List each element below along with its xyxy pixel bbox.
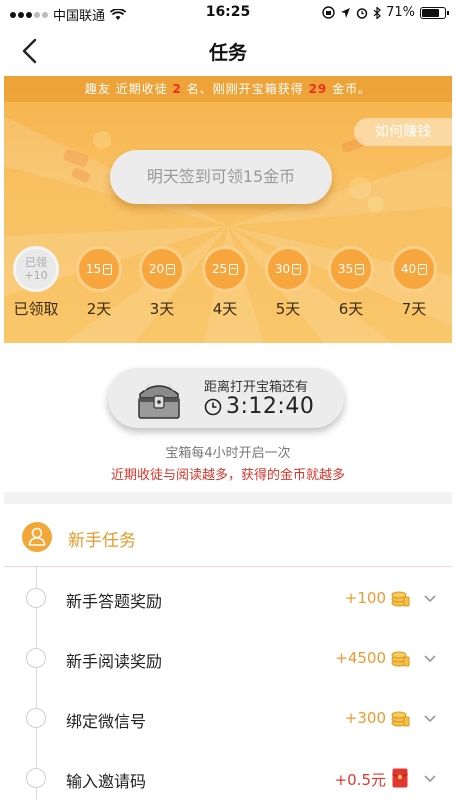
how-to-earn-button[interactable]: 如何赚钱 (354, 118, 452, 146)
task-status-dot (26, 708, 46, 728)
treasure-chest-button[interactable]: 距离打开宝箱还有 3:12:40 (108, 368, 344, 428)
task-status-dot (26, 768, 46, 788)
status-bar: 中国联通 16:25 71% (0, 0, 456, 26)
task-status-dot (26, 588, 46, 608)
signin-button[interactable]: 明天签到可领15金币 (110, 150, 332, 204)
day-coin-badge: 20 (139, 246, 185, 292)
day-claimed-amount: +10 (24, 269, 48, 282)
day-item-7[interactable]: 40 7天 (384, 246, 444, 319)
task-name: 绑定微信号 (66, 712, 147, 731)
day-amount: 20 (148, 262, 165, 276)
chevron-down-icon (424, 655, 436, 663)
section-divider (4, 492, 452, 504)
lock-rotation-icon (322, 6, 335, 19)
day-item-6[interactable]: 35 6天 (321, 246, 381, 319)
day-item-2[interactable]: 15 2天 (69, 246, 129, 319)
coin-icon (292, 263, 302, 275)
chevron-down-icon (424, 775, 436, 783)
nav-bar: 任务 (0, 26, 456, 76)
day-label: 3天 (149, 300, 175, 318)
bluetooth-icon (373, 6, 381, 19)
task-item-bind-wechat[interactable]: 绑定微信号 +300 (4, 688, 452, 748)
task-item-quiz[interactable]: 新手答题奖励 +100 (4, 568, 452, 628)
coin-icon (229, 263, 239, 275)
location-icon (341, 7, 351, 18)
ticker-prefix: 趣友 近期收徒 (84, 82, 168, 96)
newbie-tasks-header: 新手任务 (4, 510, 452, 566)
section-separator (4, 566, 452, 567)
day-label: 6天 (338, 300, 364, 318)
ticker-coins: 29 (308, 82, 328, 96)
day-claimed-badge: 已领 +10 (13, 246, 59, 292)
clock-icon (204, 398, 222, 415)
coins-icon (391, 711, 410, 727)
coins-icon (391, 651, 410, 667)
day-coin-badge: 35 (328, 246, 374, 292)
task-item-reading[interactable]: 新手阅读奖励 +4500 (4, 628, 452, 688)
coins-icon (391, 591, 410, 607)
ticker-count: 2 (172, 82, 182, 96)
page-title: 任务 (208, 42, 247, 64)
day-label: 已领取 (13, 300, 59, 318)
ticker-banner: 趣友 近期收徒 2 名、刚刚开宝箱获得 29 金币。 (4, 76, 452, 102)
chest-countdown-label: 距离打开宝箱还有 (204, 380, 309, 395)
battery-percent: 71% (386, 5, 415, 20)
chest-hint: 近期收徒与阅读越多，获得的金币就越多 (110, 468, 345, 483)
status-right: 71% (322, 5, 449, 20)
task-reward: +4500 (335, 649, 386, 667)
task-name: 输入邀请码 (66, 772, 147, 791)
coin-icon (355, 263, 365, 275)
coin-icon (418, 263, 428, 275)
signin-days: 已领 +10 已领取 15 2天 20 3天 25 4天 30 5天 35 6天… (4, 246, 452, 326)
day-coin-badge: 25 (202, 246, 248, 292)
day-coin-badge: 40 (391, 246, 437, 292)
ticker-suffix: 金币。 (332, 82, 372, 96)
chevron-down-icon (424, 595, 436, 603)
section-title: 新手任务 (68, 531, 136, 551)
day-label: 2天 (86, 300, 112, 318)
alarm-icon (356, 7, 368, 19)
day-label: 4天 (212, 300, 238, 318)
day-amount: 40 (400, 262, 417, 276)
day-amount: 30 (274, 262, 291, 276)
day-amount: 25 (211, 262, 228, 276)
day-amount: 35 (337, 262, 354, 276)
day-item-3[interactable]: 20 3天 (132, 246, 192, 319)
day-item-4[interactable]: 25 4天 (195, 246, 255, 319)
day-label: 5天 (275, 300, 301, 318)
task-name: 新手答题奖励 (66, 592, 163, 611)
task-item-invite-code[interactable]: 输入邀请码 +0.5元 (4, 748, 452, 800)
task-status-dot (26, 648, 46, 668)
day-label: 7天 (401, 300, 427, 318)
task-reward: +100 (344, 589, 386, 607)
day-coin-badge: 30 (265, 246, 311, 292)
task-reward: +0.5元 (334, 771, 386, 789)
signin-panel: 趣友 近期收徒 2 名、刚刚开宝箱获得 29 金币。 如何赚钱 明天签到可领15… (4, 76, 452, 343)
ticker-middle: 名、刚刚开宝箱获得 (186, 82, 304, 96)
chest-timer-value: 3:12:40 (226, 394, 315, 419)
day-item-1[interactable]: 已领 +10 已领取 (6, 246, 66, 319)
coin-icon (103, 263, 113, 275)
day-item-5[interactable]: 30 5天 (258, 246, 318, 319)
day-claimed-text: 已领 (25, 256, 47, 269)
chest-note: 宝箱每4小时开启一次 (165, 446, 291, 461)
treasure-chest-icon (138, 383, 180, 419)
chevron-down-icon (424, 715, 436, 723)
chest-timer: 3:12:40 (204, 394, 314, 419)
day-coin-badge: 15 (76, 246, 122, 292)
day-amount: 15 (85, 262, 102, 276)
battery-icon (420, 6, 449, 19)
task-reward: +300 (344, 709, 386, 727)
user-icon (22, 522, 52, 552)
red-envelope-icon (392, 768, 408, 788)
coin-icon (166, 263, 176, 275)
task-name: 新手阅读奖励 (66, 652, 163, 671)
